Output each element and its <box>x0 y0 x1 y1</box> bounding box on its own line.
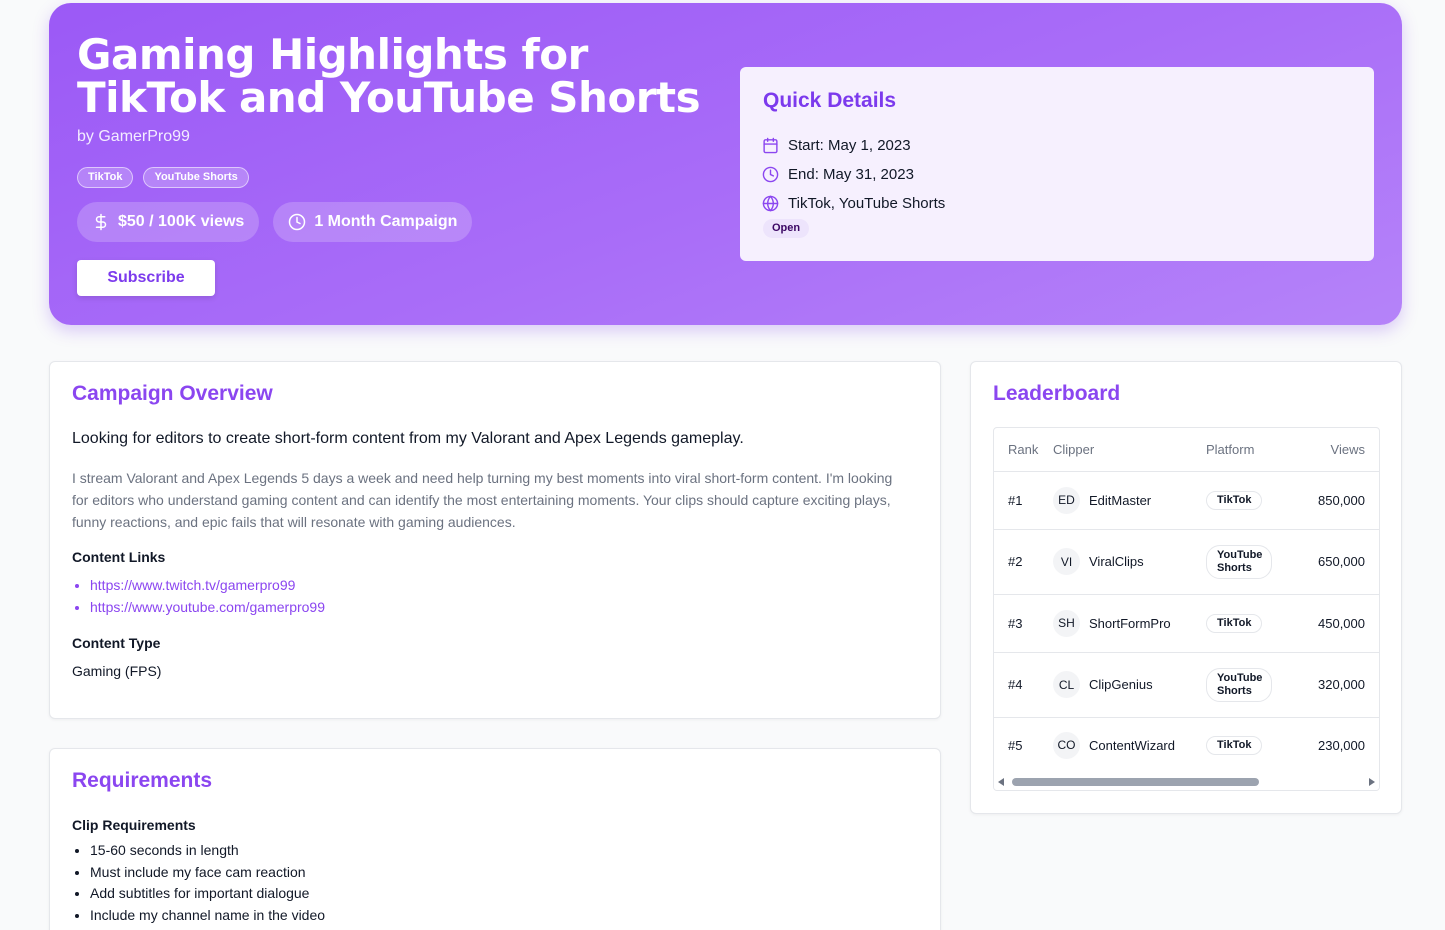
globe-icon <box>762 195 779 212</box>
views-cell: 850,000 <box>1301 471 1379 530</box>
clipper-cell: CL ClipGenius <box>1053 652 1206 718</box>
clipper-cell: CO ContentWizard <box>1053 717 1206 774</box>
platform-badge: TikTok <box>1206 735 1263 755</box>
horizontal-scrollbar[interactable] <box>994 773 1379 790</box>
overview-title: Campaign Overview <box>72 382 273 405</box>
requirements-title: Requirements <box>72 769 213 792</box>
platforms-text: TikTok, YouTube Shorts <box>788 195 946 212</box>
avatar: CL <box>1053 671 1080 698</box>
avatar: VI <box>1053 548 1080 575</box>
leaderboard-table: Rank Clipper Platform Views #1 ED EditMa… <box>994 428 1379 774</box>
overview-lead: Looking for editors to create short-form… <box>72 430 744 447</box>
avatar: ED <box>1053 486 1080 514</box>
table-row: #4 CL ClipGenius YouTube Shorts 320,000 <box>994 652 1379 718</box>
scrollbar-thumb[interactable] <box>1012 778 1259 786</box>
platform-cell: TikTok <box>1206 594 1301 653</box>
clip-requirements-heading: Clip Requirements <box>72 817 196 833</box>
tag-youtube-shorts: YouTube Shorts <box>143 167 249 188</box>
clipper-name: ClipGenius <box>1089 677 1153 692</box>
page-title: Gaming Highlights for TikTok and YouTube… <box>77 30 701 122</box>
duration-pill: 1 Month Campaign <box>273 202 473 242</box>
rank-cell: #2 <box>994 529 1053 595</box>
requirement-item: Must include my face cam reaction <box>90 862 325 884</box>
status-badge: Open <box>763 219 810 238</box>
views-cell: 320,000 <box>1301 652 1379 718</box>
content-type-value: Gaming (FPS) <box>72 663 162 679</box>
requirement-item: Add subtitles for important dialogue <box>90 883 325 905</box>
leaderboard-table-container[interactable]: Rank Clipper Platform Views #1 ED EditMa… <box>993 427 1380 791</box>
campaign-stats: $50 / 100K views 1 Month Campaign <box>77 202 473 242</box>
avatar: SH <box>1053 609 1080 637</box>
calendar-icon <box>763 137 778 154</box>
clipper-name: ContentWizard <box>1089 737 1175 753</box>
start-date: Start: May 1, 2023 <box>788 137 911 154</box>
views-cell: 230,000 <box>1301 717 1379 774</box>
quick-details-card: Quick Details Start: May 1, 2023 End: Ma… <box>740 67 1374 261</box>
column-header-rank: Rank <box>994 428 1053 472</box>
campaign-overview-card: Campaign Overview Looking for editors to… <box>49 361 941 719</box>
leaderboard-title: Leaderboard <box>993 382 1121 405</box>
rank-cell: #4 <box>994 652 1053 718</box>
start-date-row: Start: May 1, 2023 <box>762 137 911 154</box>
column-header-clipper: Clipper <box>1053 428 1206 472</box>
platform-cell: YouTube Shorts <box>1206 529 1301 595</box>
rank-cell: #1 <box>994 471 1053 530</box>
clipper-name: EditMaster <box>1089 492 1152 508</box>
platform-cell: TikTok <box>1206 717 1301 774</box>
table-row: #5 CO ContentWizard TikTok 230,000 <box>994 717 1379 774</box>
rate-pill: $50 / 100K views <box>77 202 260 242</box>
column-header-views: Views <box>1301 428 1379 472</box>
clock-icon <box>762 166 779 183</box>
duration-text: 1 Month Campaign <box>314 213 458 230</box>
campaign-hero: Gaming Highlights for TikTok and YouTube… <box>49 3 1402 325</box>
end-date: End: May 31, 2023 <box>788 166 914 183</box>
leaderboard-card: Leaderboard Rank Clipper Platform Views … <box>970 361 1402 814</box>
content-link-youtube[interactable]: https://www.youtube.com/gamerpro99 <box>90 596 325 618</box>
platform-tags: TikTok YouTube Shorts <box>77 167 249 188</box>
scroll-right-arrow-icon[interactable] <box>1369 778 1375 786</box>
platforms-row: TikTok, YouTube Shorts <box>762 195 945 212</box>
requirements-card: Requirements Clip Requirements 15-60 sec… <box>49 748 941 930</box>
table-row: #1 ED EditMaster TikTok 850,000 <box>994 471 1379 530</box>
clipper-cell: SH ShortFormPro <box>1053 594 1206 653</box>
platform-badge: TikTok <box>1206 613 1263 633</box>
platform-badge: YouTube Shorts <box>1206 544 1272 579</box>
end-date-row: End: May 31, 2023 <box>762 166 914 183</box>
table-row: #3 SH ShortFormPro TikTok 450,000 <box>994 594 1379 653</box>
quick-details-title: Quick Details <box>763 89 897 112</box>
content-link-twitch[interactable]: https://www.twitch.tv/gamerpro99 <box>90 574 325 596</box>
clipper-name: ShortFormPro <box>1089 615 1171 631</box>
content-links-heading: Content Links <box>72 549 166 565</box>
requirement-item: 15-60 seconds in length <box>90 840 325 862</box>
scroll-left-arrow-icon[interactable] <box>998 778 1004 786</box>
clipper-name: ViralClips <box>1089 554 1144 569</box>
clip-requirements-list: 15-60 seconds in length Must include my … <box>90 840 325 927</box>
views-cell: 450,000 <box>1301 594 1379 653</box>
content-type-heading: Content Type <box>72 635 161 651</box>
requirement-item: Include my channel name in the video <box>90 905 325 927</box>
clipper-cell: VI ViralClips <box>1053 529 1206 595</box>
platform-cell: TikTok <box>1206 471 1301 530</box>
platform-cell: YouTube Shorts <box>1206 652 1301 718</box>
avatar: CO <box>1053 731 1080 759</box>
overview-description: I stream Valorant and Apex Legends 5 day… <box>72 470 893 530</box>
column-header-platform: Platform <box>1206 428 1301 472</box>
subscribe-button[interactable]: Subscribe <box>77 260 215 296</box>
dollar-icon <box>95 213 107 231</box>
content-links-list: https://www.twitch.tv/gamerpro99 https:/… <box>90 574 325 618</box>
platform-badge: YouTube Shorts <box>1206 667 1272 702</box>
rank-cell: #3 <box>994 594 1053 653</box>
campaign-author: by GamerPro99 <box>77 128 190 145</box>
table-row: #2 VI ViralClips YouTube Shorts 650,000 <box>994 529 1379 595</box>
table-header-row: Rank Clipper Platform Views <box>994 428 1379 472</box>
tag-tiktok: TikTok <box>77 167 134 188</box>
platform-badge: TikTok <box>1206 490 1263 510</box>
views-cell: 650,000 <box>1301 529 1379 595</box>
clock-icon <box>289 213 306 231</box>
rank-cell: #5 <box>994 717 1053 774</box>
rate-text: $50 / 100K views <box>118 213 245 230</box>
clipper-cell: ED EditMaster <box>1053 471 1206 530</box>
